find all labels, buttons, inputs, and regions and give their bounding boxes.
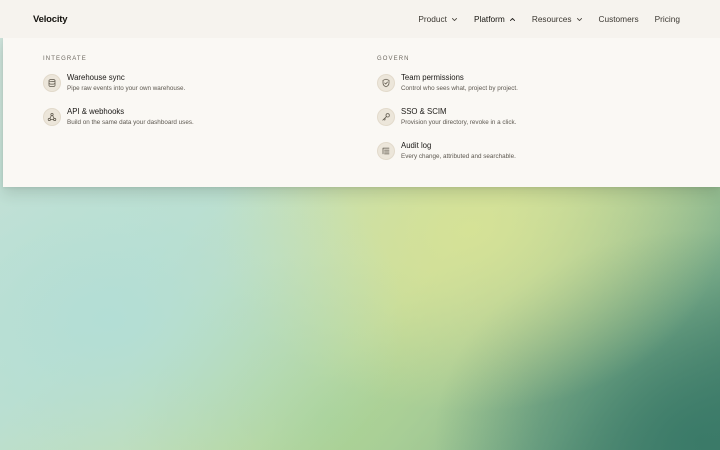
main-nav: Product Platform Resources Customers Pri… xyxy=(402,14,680,24)
menu-item-api-webhooks[interactable]: API & webhooks Build on the same data yo… xyxy=(43,107,194,141)
list-log-icon xyxy=(377,142,395,160)
top-navigation: Velocity Product Platform Resources Cust… xyxy=(0,0,720,38)
key-icon xyxy=(377,108,395,126)
menu-item-warehouse-sync[interactable]: Warehouse sync Pipe raw events into your… xyxy=(43,73,194,107)
menu-item-description: Control who sees what, project by projec… xyxy=(401,85,518,92)
brand-logo[interactable]: Velocity xyxy=(33,14,68,25)
menu-item-text: SSO & SCIM Provision your directory, rev… xyxy=(401,107,516,127)
menu-column-heading: INTEGRATE xyxy=(43,56,87,62)
nav-label: Product xyxy=(418,14,447,24)
nav-item-resources[interactable]: Resources xyxy=(532,14,583,24)
menu-item-text: Audit log Every change, attributed and s… xyxy=(401,141,516,161)
database-icon xyxy=(43,74,61,92)
nav-label: Resources xyxy=(531,14,572,24)
webhook-icon xyxy=(43,108,61,126)
nav-item-customers[interactable]: Customers xyxy=(599,14,639,24)
menu-item-text: API & webhooks Build on the same data yo… xyxy=(67,107,194,127)
nav-item-platform[interactable]: Platform xyxy=(474,14,516,24)
chevron-down-icon xyxy=(576,16,583,23)
menu-item-description: Every change, attributed and searchable. xyxy=(401,153,516,160)
menu-column-heading: GOVERN xyxy=(377,56,410,62)
menu-column-govern: GOVERN Team permissions Control who sees… xyxy=(377,56,518,175)
chevron-up-icon xyxy=(509,16,516,23)
menu-item-description: Provision your directory, revoke in a cl… xyxy=(401,119,517,126)
chevron-down-icon xyxy=(451,16,458,23)
menu-item-title: Team permissions xyxy=(401,73,464,82)
shield-check-icon xyxy=(377,74,395,92)
menu-item-sso-scim[interactable]: SSO & SCIM Provision your directory, rev… xyxy=(377,107,518,141)
menu-item-title: Warehouse sync xyxy=(67,73,125,82)
nav-item-product[interactable]: Product xyxy=(418,14,458,24)
nav-label: Platform xyxy=(473,14,505,24)
menu-item-description: Build on the same data your dashboard us… xyxy=(67,119,194,126)
nav-label: Pricing xyxy=(654,14,680,24)
menu-item-title: SSO & SCIM xyxy=(401,107,447,116)
hero-gradient-background xyxy=(0,187,720,450)
nav-item-pricing[interactable]: Pricing xyxy=(655,14,680,24)
menu-item-team-permissions[interactable]: Team permissions Control who sees what, … xyxy=(377,73,518,107)
menu-item-description: Pipe raw events into your own warehouse. xyxy=(67,85,186,92)
menu-column-integrate: INTEGRATE Warehouse sync Pipe raw events… xyxy=(43,56,194,141)
menu-item-text: Team permissions Control who sees what, … xyxy=(401,73,518,93)
nav-label: Customers xyxy=(598,14,639,24)
platform-mega-menu: INTEGRATE Warehouse sync Pipe raw events… xyxy=(3,38,720,187)
menu-item-title: Audit log xyxy=(401,141,432,150)
menu-item-text: Warehouse sync Pipe raw events into your… xyxy=(67,73,185,93)
menu-item-title: API & webhooks xyxy=(67,107,125,116)
menu-item-audit-log[interactable]: Audit log Every change, attributed and s… xyxy=(377,141,518,175)
